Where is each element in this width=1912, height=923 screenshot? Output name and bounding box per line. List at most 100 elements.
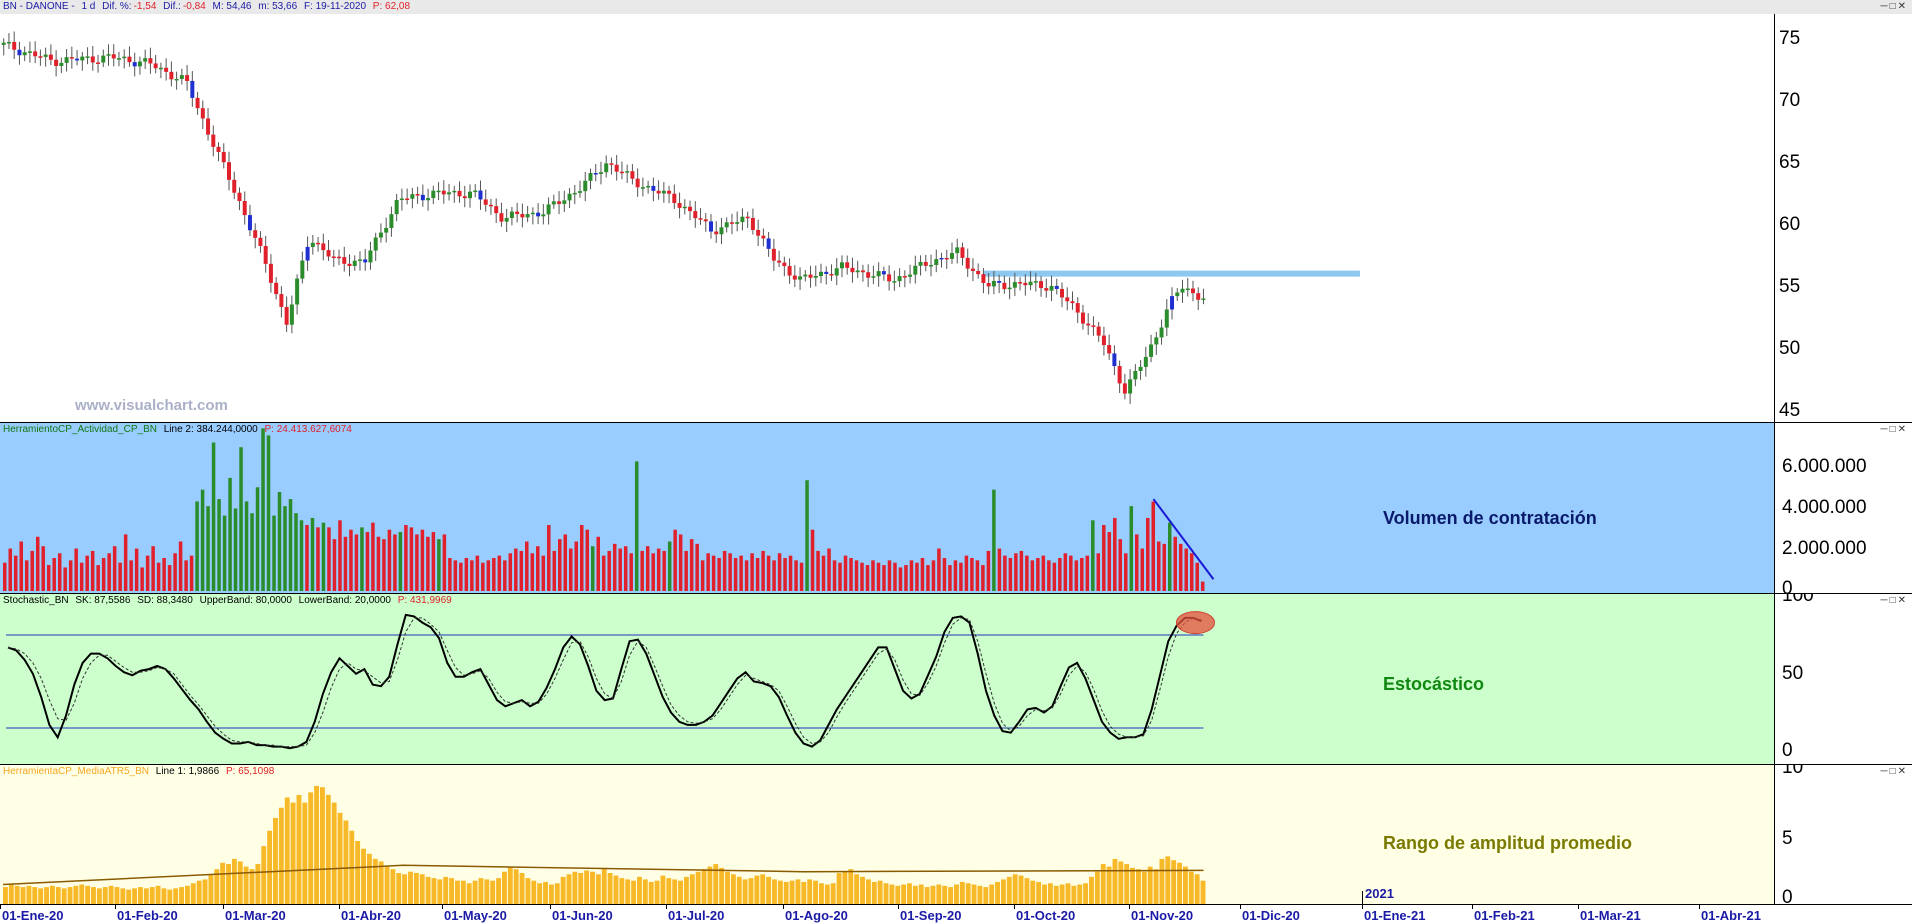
volume-bar xyxy=(992,489,996,591)
x-tick-label: 01-Jun-20 xyxy=(552,908,613,923)
volume-bar xyxy=(118,562,122,591)
candle-body xyxy=(457,190,462,197)
volume-bar xyxy=(706,553,710,591)
volume-bar xyxy=(321,522,326,591)
x-tick xyxy=(1240,905,1241,909)
volume-bar xyxy=(634,461,639,591)
candle-body xyxy=(237,192,242,202)
candle-body xyxy=(1180,288,1185,293)
candle-body xyxy=(541,214,546,217)
volume-bar xyxy=(1184,548,1188,591)
volume-bar xyxy=(371,522,375,591)
atr-bar xyxy=(496,878,501,905)
atr-bar xyxy=(766,876,772,905)
candle-body xyxy=(1196,293,1201,300)
candle-body xyxy=(483,199,488,205)
stochastic-sd: SD: 88,3480 xyxy=(137,595,193,606)
watermark: www.visualchart.com xyxy=(75,397,228,414)
volume-bar xyxy=(1008,558,1013,591)
candle-body xyxy=(164,67,169,72)
candle-body xyxy=(1086,323,1091,326)
atr-bar xyxy=(525,878,531,905)
atr-name: HerramientaCP_MediaATR5_BN xyxy=(3,766,149,777)
candle-body xyxy=(771,248,776,261)
candle-body xyxy=(1175,292,1180,297)
volume-bar xyxy=(580,525,584,591)
atr-bar xyxy=(1159,858,1165,905)
atr-bar xyxy=(355,841,361,905)
atr-bar xyxy=(237,861,243,905)
candle-body xyxy=(850,267,855,273)
volume-bar xyxy=(239,447,243,591)
candle-body xyxy=(724,222,729,228)
atr-bar xyxy=(760,874,766,905)
dif-label: Dif.: xyxy=(163,1,181,12)
candle-body xyxy=(195,97,200,109)
atr-bar xyxy=(560,876,566,905)
atr-bar xyxy=(607,873,613,905)
volume-bar xyxy=(700,560,705,591)
volume-bar xyxy=(327,527,331,591)
volume-bar xyxy=(607,550,611,591)
candle-body xyxy=(389,214,394,228)
y-tick: 5 xyxy=(1782,828,1793,849)
y-tick: 65 xyxy=(1779,152,1801,173)
candle-body xyxy=(415,194,420,196)
stochastic-name: Stochastic_BN xyxy=(3,595,69,606)
candle-body xyxy=(206,118,211,135)
volume-bar xyxy=(904,565,908,591)
atr-bar xyxy=(930,885,936,905)
atr-bar xyxy=(701,869,707,905)
atr-bar xyxy=(590,871,595,905)
atr-bar xyxy=(683,876,689,905)
volume-bar xyxy=(222,515,227,591)
x-tick xyxy=(223,905,224,909)
volume-bar xyxy=(101,558,106,591)
volume-bar xyxy=(206,506,210,591)
atr-bar xyxy=(1136,869,1141,905)
atr-bar xyxy=(167,889,173,905)
candle-body xyxy=(179,75,184,79)
volume-bar xyxy=(1140,548,1145,591)
stochastic-header: Stochastic_BN SK: 87,5586 SD: 88,3480 Up… xyxy=(0,594,456,608)
atr-bar xyxy=(408,871,413,905)
volume-bar xyxy=(1189,553,1194,591)
volume-axis: 6.000.000 4.000.000 2.000.000 0 xyxy=(1774,423,1912,594)
volume-bar xyxy=(96,565,100,591)
volume-window-controls[interactable]: ─□✕ xyxy=(1880,424,1908,436)
volume-bar xyxy=(1091,520,1095,591)
candle-body xyxy=(12,41,17,50)
candle-body xyxy=(777,260,782,263)
candle-body xyxy=(1138,366,1143,372)
atr-bar xyxy=(959,881,965,905)
atr-bar xyxy=(314,785,320,905)
candle-body xyxy=(132,62,137,67)
volume-bar xyxy=(1019,550,1024,591)
y-tick: 60 xyxy=(1779,214,1801,235)
atr-bar xyxy=(390,869,396,905)
volume-bar xyxy=(404,525,408,591)
candle-body xyxy=(609,163,614,165)
atr-bar xyxy=(1036,881,1042,905)
atr-bar xyxy=(725,871,730,905)
candle-body xyxy=(845,262,850,268)
y-tick: 55 xyxy=(1779,276,1801,297)
atr-bar xyxy=(38,888,44,905)
atr-bar xyxy=(49,885,55,905)
atr-window-controls[interactable]: ─□✕ xyxy=(1880,766,1908,778)
atr-bar xyxy=(220,862,226,905)
price-window-controls[interactable]: ─□✕ xyxy=(1880,1,1908,13)
candle-body xyxy=(970,268,975,271)
candle-body xyxy=(405,198,410,201)
atr-bar xyxy=(26,885,32,905)
volume-bar xyxy=(585,529,589,591)
candle-body xyxy=(90,56,95,63)
volume-bar xyxy=(821,555,826,591)
candle-body xyxy=(111,54,116,59)
stochastic-window-controls[interactable]: ─□✕ xyxy=(1880,595,1908,607)
atr-bar xyxy=(143,888,149,905)
volume-bar xyxy=(618,548,622,591)
volume-bar xyxy=(959,562,963,591)
volume-bar xyxy=(360,527,364,591)
atr-bar xyxy=(795,879,801,905)
